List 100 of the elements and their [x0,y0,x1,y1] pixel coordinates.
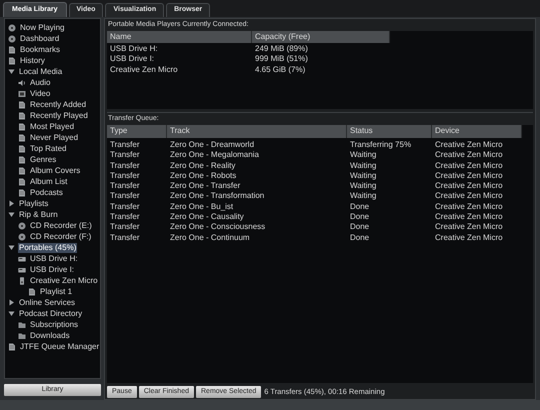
tree-item[interactable]: Creative Zen Micro [29,276,99,286]
disc-icon [18,232,26,240]
film-icon [18,90,26,98]
table-cell-text: Creative Zen Micro [434,181,504,192]
collapse-arrow-icon[interactable] [8,244,15,251]
tree-item[interactable]: Recently Played [29,110,89,120]
tree-item[interactable]: Album List [29,176,68,186]
table-cell-text: Creative Zen Micro [434,140,504,150]
disc-icon [8,34,16,42]
tree-item[interactable]: Dashboard [19,34,60,44]
table-cell-text: Creative Zen Micro [434,202,504,212]
table-cell-text: Done [349,232,370,243]
document-icon [8,56,16,64]
tree-item[interactable]: Bookmarks [19,44,62,54]
tree-item[interactable]: Playlist 1 [39,286,74,296]
table-cell-text: Creative Zen Micro [434,191,504,202]
drive-icon [18,254,26,262]
table-cell-text: 249 MiB (89%) [254,44,309,54]
document-icon [18,156,26,164]
disc-icon [18,222,26,230]
table-cell-text: Done [349,212,370,222]
tree-item[interactable]: Audio [29,78,52,88]
table-cell-text: Transfer [109,170,140,182]
tree-item[interactable]: Rip & Burn [18,210,59,220]
tree-item[interactable]: Top Rated [29,144,68,154]
table-cell-text: USB Drive H: [109,44,159,54]
drive-icon [18,266,26,274]
table-cell-text: Waiting [349,160,378,171]
document-icon [18,122,26,130]
column-header[interactable]: Status [347,125,432,138]
document-icon [18,166,26,174]
document-icon [18,188,26,196]
column-header[interactable]: Type [107,125,167,138]
table-cell-text: Transfer [109,181,140,192]
document-icon [18,134,26,142]
tree-item[interactable]: Now Playing [19,22,66,32]
table-cell-text: Waiting [349,150,378,161]
tree-item[interactable]: Podcasts [29,188,64,198]
column-header[interactable]: Track [167,125,347,138]
tree-item[interactable]: USB Drive I: [29,264,76,274]
tree-item[interactable]: JTFE Queue Manager [19,342,100,352]
tree-item[interactable]: Online Services [18,298,76,308]
table-cell-text: Creative Zen Micro [434,222,504,233]
expand-arrow-icon[interactable] [8,299,15,306]
table-cell-text: Transfer [109,202,140,212]
table-cell-text: Creative Zen Micro [109,64,179,75]
table-cell-text: Zero One - Dreamworld [169,140,256,150]
tree-item[interactable]: Portables (45%) [18,242,78,252]
table-cell-text: 999 MiB (51%) [254,54,309,65]
table-cell-text: Zero One - Causality [169,212,245,222]
column-header[interactable]: Capacity (Free) [252,31,390,43]
table-cell-text: Creative Zen Micro [434,160,504,171]
column-header[interactable]: Device [432,125,522,138]
table-cell-text: Zero One - Bu_ist [169,202,234,212]
document-icon [8,342,16,350]
tree-item[interactable]: Downloads [29,330,71,340]
table-cell-text: Creative Zen Micro [434,170,504,182]
table-cell-text: Transfer [109,212,140,222]
tree-item[interactable]: Most Played [29,122,76,132]
tree-item[interactable]: Subscriptions [29,320,80,330]
table-cell-text: Done [349,202,370,212]
collapse-arrow-icon[interactable] [8,211,15,218]
tree-item[interactable]: CD Recorder (F:) [29,232,92,242]
expand-arrow-icon[interactable] [8,200,15,207]
tree-item[interactable]: Recently Added [29,100,88,110]
tree-item[interactable]: Playlists [18,198,50,208]
column-header[interactable]: Name [107,31,252,43]
table-cell-text: Zero One - Transfer [169,181,242,192]
document-icon [28,288,36,296]
tree-item[interactable]: History [19,56,46,66]
disc-icon [8,24,16,32]
document-icon [18,112,26,120]
table-cell-text: Zero One - Transformation [169,191,266,202]
tree-item[interactable]: CD Recorder (E:) [29,220,93,230]
table-cell-text: Transfer [109,140,140,150]
tree-item[interactable]: Podcast Directory [18,308,84,318]
document-icon [18,100,26,108]
tree-item[interactable]: Never Played [29,132,80,142]
tree-item[interactable]: USB Drive H: [29,254,79,264]
table-cell-text: Zero One - Continuum [169,232,251,243]
table-cell-text: Waiting [349,181,378,192]
table-cell-text: Zero One - Consciousness [169,222,266,233]
table-cell-text: USB Drive I: [109,54,156,65]
collapse-arrow-icon[interactable] [8,310,15,317]
tree-item[interactable]: Album Covers [29,166,82,176]
table-cell-text: Transfer [109,191,140,202]
table-cell-text: Zero One - Robots [169,170,238,182]
tree-item[interactable]: Local Media [18,66,64,76]
tree-item[interactable]: Genres [29,154,58,164]
table-cell-text: Transfer [109,222,140,233]
table-cell-text: Creative Zen Micro [434,212,504,222]
table-cell-text: Creative Zen Micro [434,232,504,243]
table-cell-text: Creative Zen Micro [434,150,504,161]
table-cell-text: Transfer [109,150,140,161]
collapse-arrow-icon[interactable] [8,68,15,75]
table-cell-text: Zero One - Megalomania [169,150,260,161]
tree-item[interactable]: Video [29,88,52,98]
table-cell-text: Transferring 75% [349,140,412,150]
table-cell-text: Done [349,222,370,233]
speaker-icon [18,78,26,86]
